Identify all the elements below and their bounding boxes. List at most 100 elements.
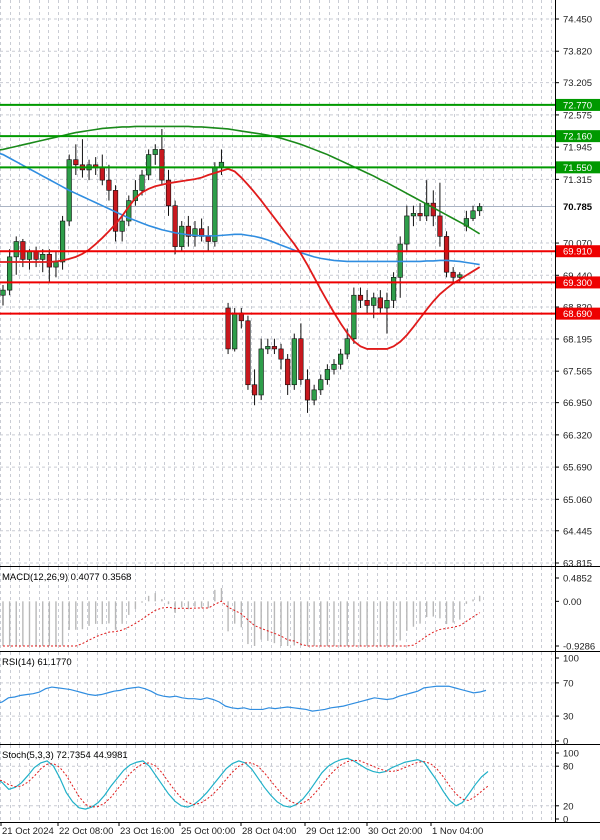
chart-canvas: 74.45073.82073.20572.57571.94571.31570.0… <box>0 0 600 837</box>
rsi-tick-label: 0 <box>563 737 568 748</box>
rsi-tick-label: 100 <box>563 654 579 665</box>
candle-body <box>99 167 105 181</box>
candle-body <box>410 213 417 217</box>
rsi-tick-label: 30 <box>563 712 574 723</box>
candle-body <box>298 338 304 380</box>
time-tick-label: 1 Nov 04:00 <box>432 826 483 837</box>
stoch-tick-label: 0 <box>563 815 568 826</box>
candle-body <box>139 174 145 191</box>
candle-body <box>271 346 278 350</box>
candle-body <box>232 312 238 350</box>
price-tick-label: 73.205 <box>563 78 592 89</box>
candle-body <box>0 289 6 296</box>
candle-body <box>430 202 436 217</box>
candle-body <box>53 261 59 268</box>
level-label: 69.300 <box>563 278 592 289</box>
level-label: 72.160 <box>563 132 592 143</box>
pane-background <box>0 652 555 744</box>
price-tick-label: 67.565 <box>563 367 592 378</box>
candle-body <box>344 338 350 355</box>
candle-body <box>371 297 377 306</box>
candle-body <box>338 353 344 365</box>
candle-body <box>278 348 284 360</box>
candle-body <box>357 294 364 301</box>
current-price-label: 70.785 <box>563 202 593 213</box>
price-tick-label: 71.315 <box>563 175 592 186</box>
level-label: 69.910 <box>563 247 592 258</box>
candle-body <box>443 236 450 273</box>
candle-body <box>404 215 410 245</box>
candle-body <box>318 379 324 391</box>
candle-body <box>46 253 52 268</box>
candle-body <box>324 369 330 380</box>
price-tick-label: 72.575 <box>563 110 592 121</box>
candle-body <box>245 320 251 386</box>
candle-body <box>304 379 311 401</box>
stoch-pane: 100 80 20 0 Stoch(5,3,3) 72.7354 44.9981 <box>0 745 600 826</box>
candle-body <box>26 251 33 260</box>
time-tick-label: 28 Oct 04:00 <box>242 826 296 837</box>
candle-body <box>285 358 291 386</box>
rsi-label: RSI(14) 61.1770 <box>2 657 72 668</box>
time-tick-label: 23 Oct 16:00 <box>120 826 174 837</box>
candle-body <box>212 167 218 242</box>
price-tick-label: 63.815 <box>563 559 592 570</box>
candle-body <box>377 297 383 309</box>
time-tick-label: 22 Oct 08:00 <box>59 826 113 837</box>
price-tick-label: 65.690 <box>563 463 592 474</box>
candle-body <box>470 210 476 219</box>
candle-body <box>159 149 165 181</box>
level-label: 71.550 <box>563 163 592 174</box>
price-pane: 74.45073.82073.20572.57571.94571.31570.0… <box>0 0 600 570</box>
price-tick-label: 68.195 <box>563 334 592 345</box>
time-tick-label: 25 Oct 00:00 <box>181 826 235 837</box>
candle-body <box>364 300 370 306</box>
candle-body <box>33 251 39 260</box>
level-label: 72.770 <box>563 100 592 111</box>
candle-body <box>477 206 483 212</box>
rsi-pane: 100 70 30 0 RSI(14) 61.1770 <box>0 652 600 748</box>
candle-body <box>311 389 317 401</box>
candle-body <box>291 338 297 386</box>
macd-tick-label: 0.00 <box>563 597 582 608</box>
price-tick-label: 71.945 <box>563 143 592 154</box>
candle-body <box>119 220 125 232</box>
macd-label: MACD(12,26,9) 0.4077 0.3568 <box>2 572 131 583</box>
candle-body <box>384 300 390 309</box>
stoch-tick-label: 20 <box>563 801 574 812</box>
candle-body <box>172 205 178 247</box>
candle-body <box>179 225 185 247</box>
candle-body <box>205 236 211 242</box>
macd-tick-label: -0.9286 <box>563 642 595 653</box>
candle-body <box>152 149 158 155</box>
stoch-label: Stoch(5,3,3) 72.7354 44.9981 <box>2 750 128 761</box>
price-tick-label: 73.820 <box>563 47 592 58</box>
candle-body <box>73 159 79 166</box>
candle-body <box>450 271 456 278</box>
candle-body <box>258 348 264 396</box>
macd-pane: 0.4852 0.00 -0.9286 MACD(12,26,9) 0.4077 0.… <box>0 567 600 653</box>
price-tick-label: 74.450 <box>563 15 592 26</box>
price-tick-label: 65.060 <box>563 495 592 506</box>
candle-body <box>59 220 66 263</box>
stoch-tick-label: 100 <box>563 749 579 760</box>
candle-body <box>106 179 112 191</box>
candle-body <box>40 253 46 260</box>
level-label: 68.690 <box>563 309 592 320</box>
time-tick-label: 29 Oct 12:00 <box>306 826 360 837</box>
candle-body <box>331 363 337 370</box>
candle-body <box>351 294 357 339</box>
candle-body <box>251 384 258 396</box>
time-tick-label: 21 Oct 2024 <box>2 826 54 837</box>
macd-tick-label: 0.4852 <box>563 574 592 585</box>
price-tick-label: 66.320 <box>563 430 592 441</box>
candle-body <box>265 346 271 350</box>
time-axis: 21 Oct 2024 22 Oct 08:00 23 Oct 16:00 25 Oc… <box>0 822 483 837</box>
candle-body <box>146 154 152 176</box>
candle-body <box>437 215 443 237</box>
stoch-tick-label: 80 <box>563 762 574 773</box>
price-tick-label: 64.445 <box>563 526 592 537</box>
time-tick-label: 30 Oct 20:00 <box>368 826 422 837</box>
candle-body <box>457 274 463 278</box>
candle-body <box>417 213 423 217</box>
